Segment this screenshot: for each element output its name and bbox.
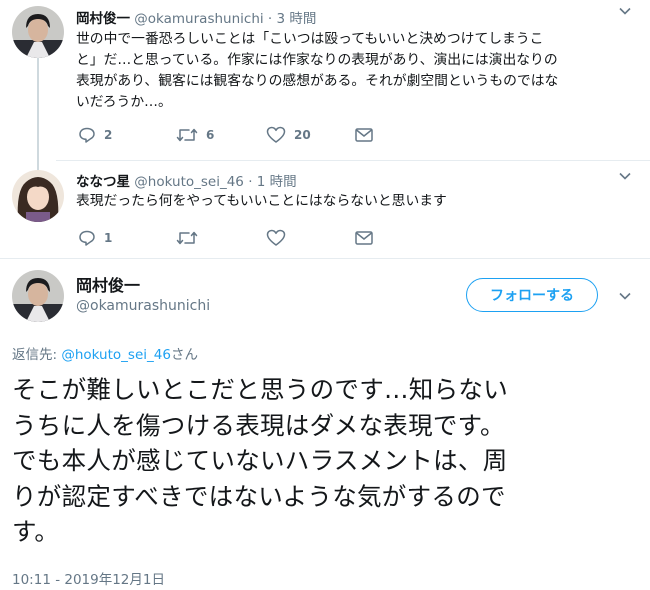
like-button[interactable] [266, 229, 354, 247]
tweet-header: 岡村俊一 @okamurashunichi · 3 時間 [76, 7, 316, 27]
dm-button[interactable] [354, 230, 374, 246]
tweet-time[interactable]: · 3 時間 [268, 11, 316, 27]
reply-suffix: さん [170, 347, 198, 363]
reply-icon [78, 229, 96, 247]
tweet-time[interactable]: · 1 時間 [248, 174, 296, 190]
author-handle[interactable]: @okamurashunichi [76, 298, 210, 314]
tweet-text-line: いだろうか…。 [76, 94, 172, 110]
like-icon [266, 126, 286, 144]
dm-icon [354, 127, 374, 143]
tweet-text-line: 世の中で一番恐ろしいことは「こいつは殴ってもいいと決めつけてしまうこ [76, 31, 544, 47]
avatar[interactable] [12, 6, 64, 58]
tweet-actions: 2 6 20 [78, 126, 374, 144]
chevron-down-icon[interactable] [618, 169, 632, 187]
main-tweet-line: うちに人を傷つける表現はダメな表現です。 [12, 410, 505, 440]
author-name[interactable]: 岡村俊一 [76, 272, 140, 296]
tweet-actions: 1 [78, 229, 374, 247]
divider [56, 160, 650, 161]
main-tweet-line: そこが難しいとこだと思うのです…知らない [12, 375, 508, 404]
chevron-down-icon[interactable] [618, 289, 632, 307]
tweet-text: 世の中で一番恐ろしいことは「こいつは殴ってもいいと決めつけてしまうこ と」だ…と… [76, 29, 641, 113]
retweet-button[interactable]: 6 [176, 126, 266, 144]
main-tweet-text: そこが難しいとこだと思うのです…知らない うちに人を傷つける表現はダメな表現です… [12, 372, 642, 550]
reply-count: 2 [104, 128, 113, 142]
retweet-button[interactable] [176, 229, 266, 247]
avatar[interactable] [12, 270, 64, 322]
retweet-count: 6 [206, 128, 215, 142]
follow-button[interactable]: フォローする [466, 278, 598, 312]
tweet-text-line: と」だ…と思っている。作家には作家なりの表現があり、演出には演出なりの [76, 52, 558, 68]
reply-icon [78, 126, 96, 144]
retweet-icon [176, 126, 198, 144]
author-handle[interactable]: @okamurashunichi [134, 11, 263, 27]
dm-icon [354, 230, 374, 246]
tweet-text: 表現だったら何をやってもいいことにはならないと思います [76, 191, 641, 212]
like-button[interactable]: 20 [266, 126, 354, 144]
divider [0, 258, 650, 259]
chevron-down-icon[interactable] [618, 4, 632, 22]
author-name[interactable]: 岡村俊一 [76, 11, 130, 27]
tweet-text-line: 表現だったら何をやってもいいことにはならないと思います [76, 193, 447, 209]
author-name[interactable]: ななつ星 [76, 174, 130, 190]
reply-button[interactable]: 2 [78, 126, 176, 144]
avatar[interactable] [12, 170, 64, 222]
retweet-icon [176, 229, 198, 247]
reply-mention-link[interactable]: @hokuto_sei_46 [61, 347, 171, 363]
main-tweet-line: す。 [12, 517, 60, 546]
tweet-text-line: 表現があり、観客には観客なりの感想がある。それが劇空間というものではな [76, 73, 559, 89]
author-handle[interactable]: @hokuto_sei_46 [134, 174, 244, 190]
reply-count: 1 [104, 231, 113, 245]
reply-context: 返信先: @hokuto_sei_46さん [12, 343, 198, 363]
reply-button[interactable]: 1 [78, 229, 176, 247]
reply-prefix: 返信先: [12, 347, 62, 363]
thread-connector [37, 58, 39, 170]
like-count: 20 [294, 128, 311, 142]
dm-button[interactable] [354, 127, 374, 143]
tweet-header: ななつ星 @hokuto_sei_46 · 1 時間 [76, 170, 297, 190]
main-tweet-line: でも本人が感じていないハラスメントは、周 [12, 446, 508, 475]
like-icon [266, 229, 286, 247]
tweet-timestamp[interactable]: 10:11 - 2019年12月1日 [12, 568, 165, 588]
main-tweet-line: りが認定すべきではないような気がするので [12, 481, 506, 511]
